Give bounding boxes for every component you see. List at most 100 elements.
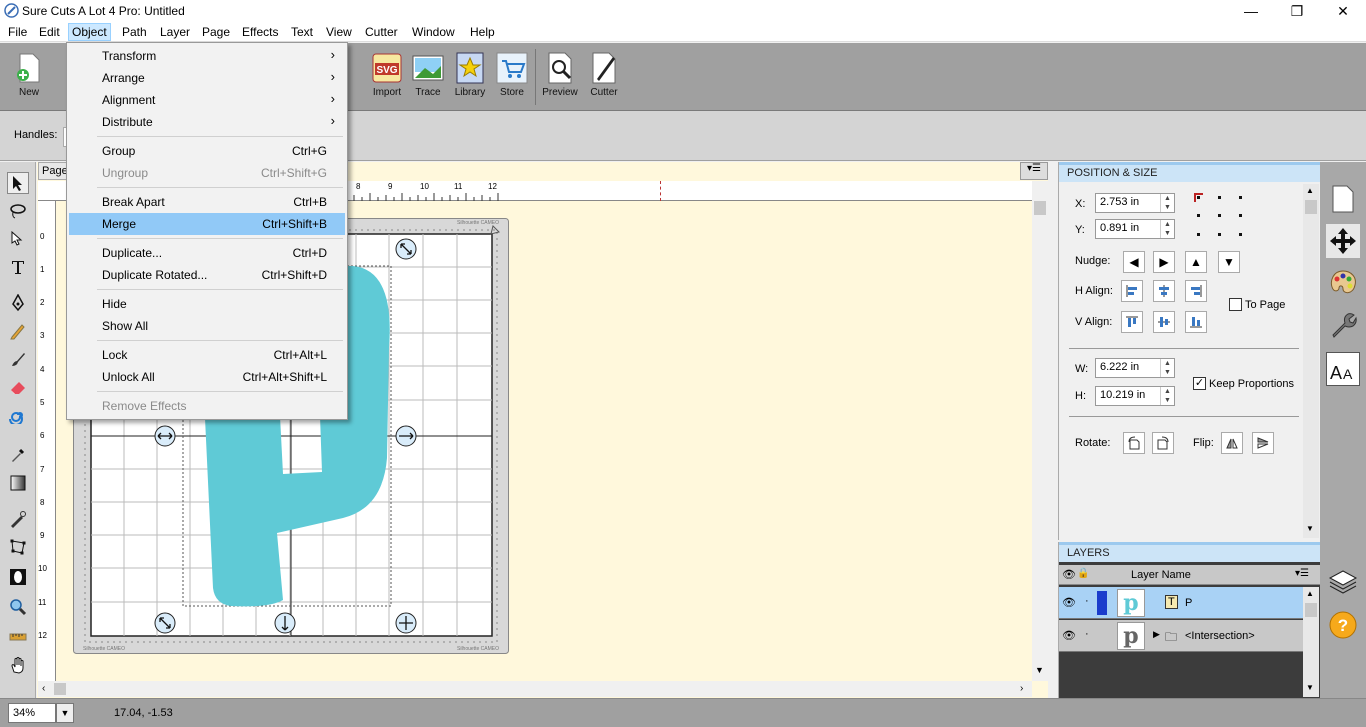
scroll-left-arrow-icon[interactable]: ‹ xyxy=(42,683,45,694)
align-center-v-button[interactable] xyxy=(1153,311,1175,333)
menu-path[interactable]: Path xyxy=(119,25,150,39)
layer-name-p[interactable]: P xyxy=(1185,597,1192,609)
nudge-down-button[interactable]: ▼ xyxy=(1218,251,1240,273)
eye-icon[interactable]: 👁 xyxy=(1062,568,1076,581)
menu-object[interactable]: Object xyxy=(68,23,111,41)
layers-scrollbar[interactable]: ▲ ▼ xyxy=(1303,587,1319,697)
menu-item-duplicate-rotated[interactable]: Duplicate Rotated... Ctrl+Shift+D xyxy=(69,264,345,286)
scroll-down-arrow-icon[interactable]: ▼ xyxy=(1306,683,1314,692)
maximize-button[interactable]: ❐ xyxy=(1274,0,1320,22)
scroll-down-arrow-icon[interactable]: ▼ xyxy=(1306,524,1314,533)
eraser-tool[interactable] xyxy=(7,376,29,398)
panel-scroll-thumb[interactable] xyxy=(1305,200,1317,214)
node-shape-tool[interactable] xyxy=(7,536,29,558)
keep-proportions-checkbox[interactable]: ✓ xyxy=(1193,377,1206,390)
library-button[interactable]: Library xyxy=(449,47,491,107)
align-bottom-button[interactable] xyxy=(1185,311,1207,333)
layer-row-p[interactable]: 👁 · p T P xyxy=(1059,587,1303,619)
cutter-button[interactable]: Cutter xyxy=(583,47,625,107)
menu-item-alignment[interactable]: Alignment › xyxy=(69,89,345,111)
layers-menu-icon[interactable]: ▾☰ xyxy=(1295,568,1309,579)
menu-item-lock[interactable]: Lock Ctrl+Alt+L xyxy=(69,344,345,366)
vscroll-thumb[interactable] xyxy=(1034,201,1046,215)
flip-vertical-button[interactable] xyxy=(1252,432,1274,454)
layer-name-intersection[interactable]: <Intersection> xyxy=(1185,630,1255,642)
canvas-menu-button[interactable]: ▾☰ xyxy=(1020,162,1048,180)
align-top-button[interactable] xyxy=(1121,311,1143,333)
x-input[interactable]: 2.753 in ▲ ▼ xyxy=(1095,193,1175,213)
node-edit-tool[interactable] xyxy=(7,228,29,250)
lock-dot[interactable]: · xyxy=(1085,628,1089,640)
align-right-button[interactable] xyxy=(1185,280,1207,302)
flip-horizontal-button[interactable] xyxy=(1221,432,1243,454)
menu-edit[interactable]: Edit xyxy=(36,25,63,39)
menu-view[interactable]: View xyxy=(323,25,355,39)
document-panel-button[interactable] xyxy=(1326,182,1360,216)
to-page-checkbox[interactable] xyxy=(1229,298,1242,311)
color-panel-button[interactable] xyxy=(1326,266,1360,300)
x-spinner-arrows[interactable]: ▲ ▼ xyxy=(1160,194,1174,212)
menu-item-arrange[interactable]: Arrange › xyxy=(69,67,345,89)
menu-layer[interactable]: Layer xyxy=(157,25,193,39)
reference-point-grid[interactable] xyxy=(1193,192,1247,240)
zoom-input[interactable]: 34% xyxy=(8,703,56,723)
select-tool[interactable] xyxy=(7,172,29,194)
knife-tool[interactable] xyxy=(7,508,29,530)
menu-window[interactable]: Window xyxy=(409,25,458,39)
visibility-eye-icon[interactable]: 👁 xyxy=(1062,596,1076,609)
rotate-left-button[interactable] xyxy=(1123,432,1145,454)
layers-panel-button[interactable] xyxy=(1326,564,1360,598)
menu-item-hide[interactable]: Hide xyxy=(69,293,345,315)
w-input[interactable]: 6.222 in ▲ ▼ xyxy=(1095,358,1175,378)
page-tab[interactable]: Page xyxy=(38,162,68,180)
help-button[interactable]: ? xyxy=(1326,608,1360,642)
text-panel-button[interactable]: AA xyxy=(1326,352,1360,386)
menu-page[interactable]: Page xyxy=(199,25,233,39)
menu-item-distribute[interactable]: Distribute › xyxy=(69,111,345,133)
lock-dot[interactable]: · xyxy=(1085,595,1089,607)
menu-file[interactable]: File xyxy=(5,25,30,39)
h-input[interactable]: 10.219 in ▲ ▼ xyxy=(1095,386,1175,406)
w-spinner-arrows[interactable]: ▲ ▼ xyxy=(1160,359,1174,377)
menu-text[interactable]: Text xyxy=(288,25,316,39)
pan-tool[interactable] xyxy=(7,654,29,676)
trace-button[interactable]: Trace xyxy=(407,47,449,107)
layer-row-intersection[interactable]: 👁 · p ▶ 🗀 <Intersection> xyxy=(1059,620,1303,652)
visibility-eye-icon[interactable]: 👁 xyxy=(1062,629,1076,642)
layers-scroll-thumb[interactable] xyxy=(1305,603,1317,617)
menu-item-break-apart[interactable]: Break Apart Ctrl+B xyxy=(69,191,345,213)
canvas-vertical-scrollbar[interactable]: ▼ xyxy=(1032,181,1048,681)
layer-color-swatch[interactable] xyxy=(1097,591,1107,615)
nudge-right-button[interactable]: ▶ xyxy=(1153,251,1175,273)
hscroll-thumb[interactable] xyxy=(54,683,66,695)
scroll-right-arrow-icon[interactable]: › xyxy=(1020,683,1023,694)
position-panel-button[interactable] xyxy=(1326,224,1360,258)
preview-button[interactable]: Preview xyxy=(539,47,581,107)
menu-item-merge[interactable]: Merge Ctrl+Shift+B xyxy=(69,213,345,235)
h-spinner-arrows[interactable]: ▲ ▼ xyxy=(1160,387,1174,405)
menu-cutter[interactable]: Cutter xyxy=(362,25,401,39)
import-button[interactable]: SVG Import xyxy=(366,47,408,107)
menu-item-duplicate[interactable]: Duplicate... Ctrl+D xyxy=(69,242,345,264)
lasso-tool[interactable] xyxy=(7,200,29,222)
nudge-left-button[interactable]: ◀ xyxy=(1123,251,1145,273)
align-center-h-button[interactable] xyxy=(1153,280,1175,302)
menu-item-show-all[interactable]: Show All xyxy=(69,315,345,337)
settings-panel-button[interactable] xyxy=(1326,308,1360,342)
menu-item-group[interactable]: Group Ctrl+G xyxy=(69,140,345,162)
y-spinner-arrows[interactable]: ▲ ▼ xyxy=(1160,220,1174,238)
minimize-button[interactable]: — xyxy=(1228,0,1274,22)
gradient-tool[interactable] xyxy=(7,472,29,494)
pencil-tool[interactable] xyxy=(7,320,29,342)
rotate-right-button[interactable] xyxy=(1152,432,1174,454)
store-button[interactable]: Store xyxy=(491,47,533,107)
scroll-up-arrow-icon[interactable]: ▲ xyxy=(1306,186,1314,195)
close-button[interactable]: ✕ xyxy=(1320,0,1366,22)
menu-effects[interactable]: Effects xyxy=(239,25,281,39)
panel-scrollbar[interactable]: ▲ ▼ xyxy=(1303,184,1319,538)
zoom-dropdown-arrow[interactable]: ▼ xyxy=(56,703,74,723)
lock-icon[interactable]: 🔒 xyxy=(1077,568,1089,579)
nudge-up-button[interactable]: ▲ xyxy=(1185,251,1207,273)
new-button[interactable]: New xyxy=(8,47,50,107)
menu-help[interactable]: Help xyxy=(467,25,498,39)
